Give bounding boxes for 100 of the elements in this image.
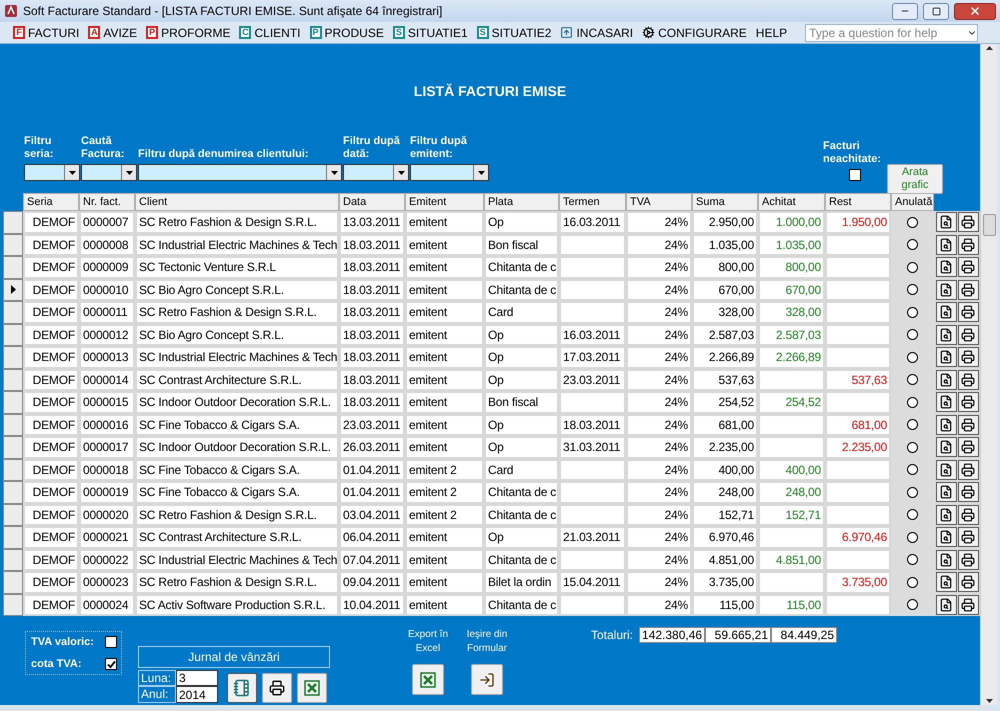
radio-button[interactable] — [907, 576, 918, 588]
radio-button[interactable] — [907, 532, 918, 543]
menu-item[interactable]: HELP — [756, 24, 788, 42]
radio-button[interactable] — [907, 284, 918, 296]
preview-button[interactable] — [936, 550, 956, 570]
menu-item[interactable]: C CLIENTI — [239, 24, 300, 42]
radio-button[interactable] — [907, 239, 918, 250]
print-button[interactable] — [958, 460, 978, 480]
preview-button[interactable] — [936, 347, 956, 368]
print-button[interactable] — [958, 504, 978, 525]
print-button[interactable] — [958, 257, 978, 278]
print-button[interactable] — [958, 437, 978, 458]
scroll-up-icon[interactable] — [986, 46, 992, 50]
scroll-down-icon[interactable] — [986, 699, 992, 703]
preview-button[interactable] — [936, 504, 956, 525]
export-excel-button[interactable] — [412, 664, 444, 695]
radio-button[interactable] — [907, 374, 918, 386]
radio-button[interactable] — [907, 599, 918, 610]
column-header[interactable]: TVA — [626, 193, 692, 211]
chart-button[interactable]: Arata grafic — [887, 164, 943, 194]
minimize-button[interactable] — [892, 2, 918, 20]
radio-button[interactable] — [907, 262, 918, 273]
preview-button[interactable] — [936, 414, 956, 435]
menu-item[interactable]: INCASARI — [560, 24, 634, 42]
filter-dropdown[interactable] — [81, 164, 137, 181]
column-header[interactable]: Achitat — [758, 193, 825, 211]
excel-button[interactable] — [297, 673, 327, 703]
print-button[interactable] — [958, 482, 978, 502]
print-button[interactable] — [958, 414, 978, 435]
preview-button[interactable] — [936, 460, 956, 480]
print-button[interactable] — [958, 347, 978, 368]
menu-item[interactable]: A AVIZE — [88, 24, 138, 42]
menu-item[interactable]: F FACTURI — [13, 24, 80, 42]
print-button[interactable] — [958, 280, 978, 300]
preview-button[interactable] — [936, 482, 956, 502]
preview-button[interactable] — [936, 572, 956, 592]
column-header[interactable]: Seria — [23, 193, 79, 211]
radio-button[interactable] — [907, 554, 918, 566]
preview-button[interactable] — [936, 257, 956, 278]
help-search-field[interactable]: Type a question for help — [805, 24, 978, 42]
month-field[interactable]: 3 — [176, 670, 218, 686]
maximize-button[interactable] — [923, 2, 949, 20]
print-button[interactable] — [958, 302, 978, 322]
checkbox[interactable] — [849, 169, 861, 181]
column-header[interactable]: Anulată — [891, 193, 934, 211]
menu-item[interactable]: S SITUATIE2 — [476, 24, 552, 42]
column-header[interactable]: Data — [339, 193, 405, 211]
filter-dropdown[interactable] — [343, 164, 409, 181]
print-button[interactable] — [958, 527, 978, 548]
column-header[interactable]: Rest — [825, 193, 891, 211]
radio-button[interactable] — [907, 352, 918, 363]
preview-button[interactable] — [936, 392, 956, 412]
preview-button[interactable] — [936, 302, 956, 322]
radio-button[interactable] — [907, 329, 918, 340]
row-selector[interactable] — [3, 278, 23, 301]
checkbox[interactable] — [105, 636, 117, 648]
menu-item[interactable]: S SITUATIE1 — [392, 24, 468, 42]
preview-button[interactable] — [936, 594, 956, 615]
radio-button[interactable] — [907, 306, 918, 318]
preview-button[interactable] — [936, 280, 956, 300]
column-header[interactable]: Emitent — [405, 193, 484, 211]
column-header[interactable]: Client — [135, 193, 339, 211]
preview-button[interactable] — [936, 437, 956, 458]
radio-button[interactable] — [907, 419, 918, 430]
filter-dropdown[interactable] — [410, 164, 489, 181]
preview-button[interactable] — [936, 370, 956, 390]
menu-item[interactable]: P PROFORME — [146, 24, 230, 42]
preview-button[interactable] — [936, 527, 956, 548]
print-button[interactable] — [958, 324, 978, 345]
print-button[interactable] — [958, 550, 978, 570]
radio-button[interactable] — [907, 396, 918, 408]
radio-button[interactable] — [907, 509, 918, 520]
filter-dropdown[interactable] — [138, 164, 342, 181]
filter-dropdown[interactable] — [24, 164, 80, 181]
scrollbar[interactable] — [980, 44, 997, 705]
scroll-thumb[interactable] — [982, 214, 996, 236]
radio-button[interactable] — [907, 486, 918, 498]
print-button[interactable] — [958, 392, 978, 412]
close-button[interactable] — [954, 2, 996, 20]
column-header[interactable]: Termen — [559, 193, 626, 211]
print-button[interactable] — [958, 212, 978, 232]
journal-button[interactable] — [227, 673, 257, 703]
radio-button[interactable] — [907, 216, 918, 228]
checkbox[interactable] — [105, 658, 117, 670]
menu-item[interactable]: CONFIGURARE — [642, 24, 747, 42]
column-header[interactable]: Suma — [692, 193, 758, 211]
preview-button[interactable] — [936, 234, 956, 255]
exit-button[interactable] — [471, 664, 503, 695]
radio-button[interactable] — [907, 442, 918, 453]
print-button[interactable] — [958, 234, 978, 255]
print-button[interactable] — [958, 370, 978, 390]
print-button[interactable] — [958, 572, 978, 592]
radio-button[interactable] — [907, 464, 918, 476]
column-header[interactable]: Plata — [484, 193, 559, 211]
preview-button[interactable] — [936, 324, 956, 345]
column-header[interactable]: Nr. fact. — [79, 193, 135, 211]
year-field[interactable]: 2014 — [176, 686, 218, 703]
menu-item[interactable]: P PRODUSE — [310, 24, 384, 42]
print-button[interactable] — [958, 594, 978, 615]
print-button[interactable] — [262, 673, 292, 703]
